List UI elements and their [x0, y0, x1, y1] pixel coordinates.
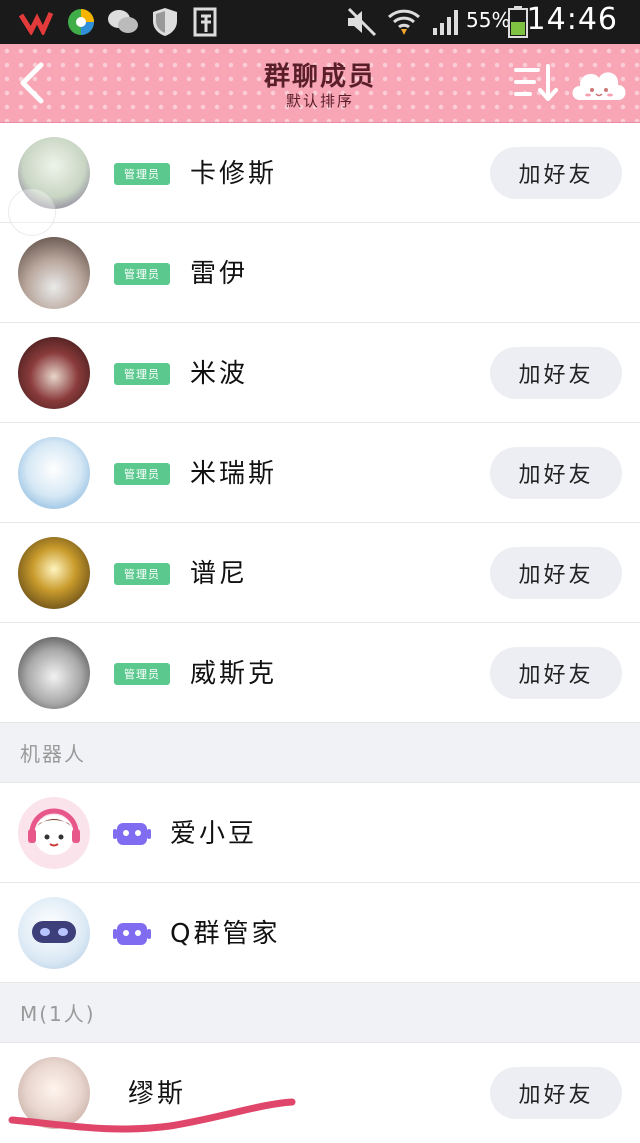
member-name: 威斯克 — [190, 659, 278, 689]
avatar — [18, 337, 90, 409]
app-v-icon — [18, 6, 54, 38]
robot-name: 爱小豆 — [170, 819, 258, 849]
member-row[interactable]: 缪斯 加好友 — [0, 1043, 640, 1143]
avatar — [18, 897, 90, 969]
cloud-icon — [572, 72, 626, 100]
sort-icon — [514, 64, 558, 101]
avatar — [18, 237, 90, 309]
member-name: 谱尼 — [190, 559, 249, 589]
member-row[interactable]: 管理员 谱尼 加好友 — [0, 523, 640, 623]
admin-badge: 管理员 — [114, 463, 170, 485]
clock: 14:46 — [526, 2, 618, 37]
browser-icon — [64, 6, 98, 38]
robot-icon — [113, 823, 151, 845]
add-friend-button[interactable]: 加好友 — [490, 447, 622, 499]
sort-button[interactable] — [512, 62, 558, 104]
robot-name: Q群管家 — [170, 919, 281, 949]
robot-row[interactable]: Q群管家 — [0, 883, 640, 983]
avatar — [18, 537, 90, 609]
admin-badge: 管理员 — [114, 663, 170, 685]
robot-row[interactable]: 爱小豆 — [0, 783, 640, 883]
reader-icon — [192, 6, 222, 38]
avatar — [18, 1057, 90, 1129]
floating-touch-ring — [8, 188, 56, 236]
admin-badge: 管理员 — [114, 263, 170, 285]
section-header-robots: 机器人 — [0, 723, 640, 783]
more-button[interactable] — [568, 60, 630, 106]
shield-icon — [150, 6, 180, 38]
member-row[interactable]: 管理员 米瑞斯 加好友 — [0, 423, 640, 523]
admin-badge: 管理员 — [114, 363, 170, 385]
robot-icon — [113, 923, 151, 945]
add-friend-button[interactable]: 加好友 — [490, 347, 622, 399]
member-list: 管理员 卡修斯 加好友 管理员 雷伊 管理员 米波 加好友 管理员 米瑞斯 加好… — [0, 123, 640, 1143]
member-name: 缪斯 — [128, 1079, 187, 1109]
battery-percent: 55% — [466, 8, 511, 32]
member-name: 雷伊 — [190, 259, 249, 289]
add-friend-button[interactable]: 加好友 — [490, 547, 622, 599]
admin-badge: 管理员 — [114, 163, 170, 185]
signal-icon — [430, 6, 464, 38]
member-row[interactable]: 管理员 雷伊 — [0, 223, 640, 323]
member-row[interactable]: 管理员 米波 加好友 — [0, 323, 640, 423]
member-name: 米瑞斯 — [190, 459, 278, 489]
wechat-icon — [106, 6, 140, 38]
admin-badge: 管理员 — [114, 563, 170, 585]
avatar — [18, 637, 90, 709]
mute-icon — [344, 6, 380, 38]
header-bar: 群聊成员 默认排序 — [0, 44, 640, 123]
member-name: 卡修斯 — [190, 159, 278, 189]
wifi-icon — [386, 6, 422, 38]
section-header-m: M(1人) — [0, 983, 640, 1043]
add-friend-button[interactable]: 加好友 — [490, 1067, 622, 1119]
avatar — [18, 797, 90, 869]
member-name: 米波 — [190, 359, 249, 389]
avatar — [18, 437, 90, 509]
member-row[interactable]: 管理员 威斯克 加好友 — [0, 623, 640, 723]
add-friend-button[interactable]: 加好友 — [490, 147, 622, 199]
member-row[interactable]: 管理员 卡修斯 加好友 — [0, 123, 640, 223]
status-bar: 55% 14:46 — [0, 0, 640, 44]
add-friend-button[interactable]: 加好友 — [490, 647, 622, 699]
